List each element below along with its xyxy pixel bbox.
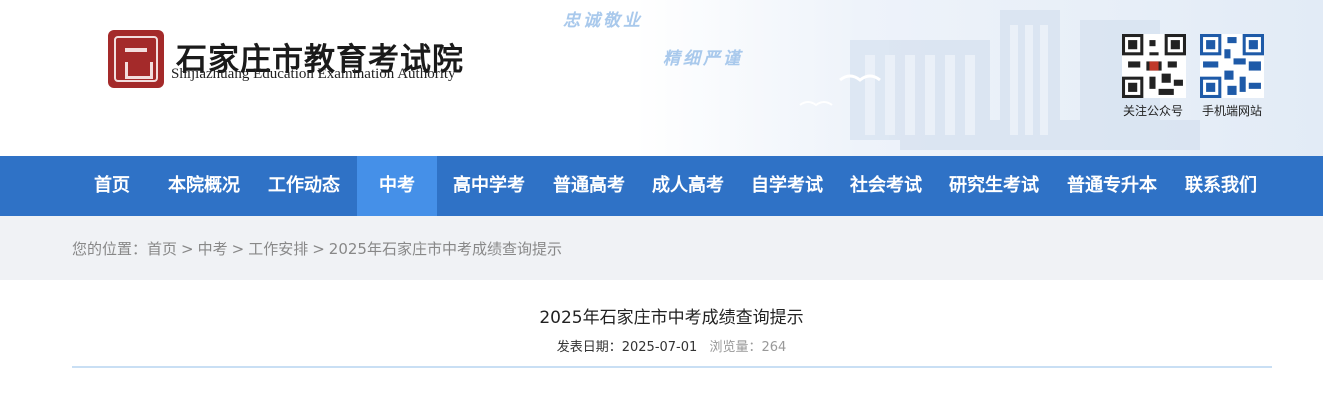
publish-date-label: 发表日期： <box>556 340 622 355</box>
wechat-qr-label: 关注公众号 <box>1123 104 1184 118</box>
breadcrumb-current: 2025年石家庄市中考成绩查询提示 <box>328 240 562 258</box>
site-header: 石家庄市教育考试院 Shijiazhuang Education Examina… <box>0 0 1323 156</box>
breadcrumb: 您的位置：首页 > 中考 > 工作安排 >2025年石家庄市中考成绩查询提示 <box>72 238 562 259</box>
logo-seal-icon[interactable] <box>108 30 164 88</box>
nav-item-gaokao[interactable]: 普通高考 <box>553 156 625 216</box>
view-count-group: 浏览量：264 <box>709 340 786 355</box>
breadcrumb-bar: 您的位置：首页 > 中考 > 工作安排 >2025年石家庄市中考成绩查询提示 <box>0 216 1323 280</box>
article-meta: 发表日期：2025-07-01 浏览量：264 <box>0 336 1323 355</box>
nav-item-about[interactable]: 本院概况 <box>168 156 240 216</box>
nav-item-graduate-exam[interactable]: 研究生考试 <box>949 156 1039 216</box>
wechat-qr-code-icon <box>1122 34 1186 98</box>
nav-item-upgrade-exam[interactable]: 普通专升本 <box>1067 156 1157 216</box>
view-count-label: 浏览量： <box>709 340 762 355</box>
nav-item-home[interactable]: 首页 <box>94 156 130 216</box>
breadcrumb-separator: > <box>231 240 245 258</box>
slogan-loyal: 忠诚敬业 <box>563 11 643 31</box>
nav-item-high-school-exam[interactable]: 高中学考 <box>453 156 525 216</box>
main-nav: 首页 本院概况 工作动态 中考 高中学考 普通高考 成人高考 自学考试 社会考试… <box>0 156 1323 216</box>
nav-item-self-study[interactable]: 自学考试 <box>751 156 823 216</box>
breadcrumb-prefix: 您的位置： <box>72 240 148 258</box>
breadcrumb-separator: > <box>312 240 325 258</box>
view-count: 264 <box>761 340 787 355</box>
article-title: 2025年石家庄市中考成绩查询提示 <box>539 308 804 328</box>
nav-item-contact[interactable]: 联系我们 <box>1185 156 1257 216</box>
nav-item-adult-exam[interactable]: 成人高考 <box>652 156 724 216</box>
mobile-site-qr-code-icon <box>1200 34 1264 98</box>
article-divider <box>72 366 1272 368</box>
nav-item-social-exam[interactable]: 社会考试 <box>850 156 922 216</box>
slogan-precise: 精细严谨 <box>663 49 743 69</box>
mobile-qr-label: 手机端网站 <box>1202 104 1263 118</box>
nav-item-news[interactable]: 工作动态 <box>268 156 340 216</box>
nav-item-zhongkao[interactable]: 中考 <box>357 156 437 216</box>
breadcrumb-home-link[interactable]: 首页 <box>147 240 177 258</box>
publish-date: 2025-07-01 <box>621 340 698 355</box>
site-logo-subtitle: Shijiazhuang Education Examination Autho… <box>171 66 456 82</box>
breadcrumb-work-arrangement-link[interactable]: 工作安排 <box>248 240 308 258</box>
breadcrumb-zhongkao-link[interactable]: 中考 <box>198 240 228 258</box>
breadcrumb-separator: > <box>181 240 194 258</box>
